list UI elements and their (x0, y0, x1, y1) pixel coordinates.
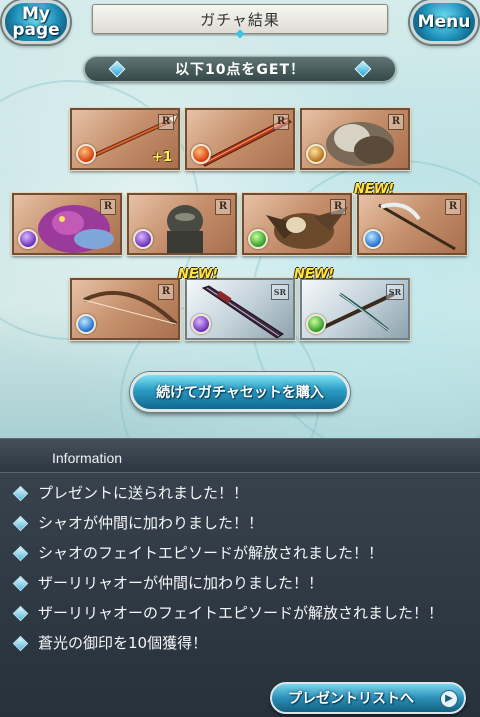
buy-gacha-set-label: 続けてガチャセットを購入 (156, 385, 324, 401)
water-element-icon (363, 229, 383, 249)
item-card[interactable]: SR (300, 278, 410, 340)
diamond-bullet-icon (12, 605, 29, 622)
item-card[interactable]: R (185, 108, 295, 170)
diamond-bullet-icon (12, 575, 29, 592)
info-line: プレゼントに送られました！！ (0, 479, 480, 507)
rarity-badge: R (215, 199, 231, 215)
fire-element-icon (191, 144, 211, 164)
wind-element-icon (306, 314, 326, 334)
rarity-badge: R (273, 114, 289, 130)
new-badge: NEW! (354, 182, 395, 197)
info-line: シャオが仲間に加わりました！！ (0, 509, 480, 537)
item-card[interactable]: R (12, 193, 122, 255)
dark-element-icon (133, 229, 153, 249)
item-card[interactable]: R (300, 108, 410, 170)
diamond-icon (108, 60, 126, 78)
info-line-text: プレゼントに送られました！！ (38, 484, 249, 502)
info-line: シャオのフェイトエピソードが解放されました！！ (0, 539, 480, 567)
item-card[interactable]: R (357, 193, 467, 255)
rarity-badge: R (388, 114, 404, 130)
dark-element-icon (18, 229, 38, 249)
rarity-badge: R (445, 199, 461, 215)
header-gem-icon: ◆ (235, 26, 245, 40)
diamond-icon (354, 60, 372, 78)
fire-element-icon (76, 144, 96, 164)
get-banner-text: 以下10点をGET！ (174, 62, 306, 78)
menu-label: Menu (417, 12, 471, 32)
rarity-badge: R (100, 199, 116, 215)
information-header: Information (0, 439, 480, 473)
info-line-text: シャオのフェイトエピソードが解放されました！！ (38, 544, 384, 562)
item-card[interactable]: R +1 (70, 108, 180, 170)
earth-element-icon (306, 144, 326, 164)
mypage-button[interactable]: My page (2, 0, 70, 44)
dark-element-icon (191, 314, 211, 334)
info-line-text: シャオが仲間に加わりました！！ (38, 514, 264, 532)
menu-button[interactable]: Menu (410, 0, 478, 44)
mypage-label-bottom: page (12, 20, 60, 40)
play-arrow-icon: ▶ (440, 690, 458, 708)
present-list-button[interactable]: プレゼントリストへ ▶ (270, 682, 466, 714)
wind-element-icon (248, 229, 268, 249)
new-badge: NEW! (178, 267, 219, 282)
present-list-label: プレゼントリストへ (288, 691, 414, 707)
get-banner: 以下10点をGET！ (84, 56, 396, 82)
diamond-bullet-icon (12, 545, 29, 562)
diamond-bullet-icon (12, 515, 29, 532)
rarity-badge: R (330, 199, 346, 215)
rarity-badge: SR (386, 284, 404, 300)
rarity-badge: SR (271, 284, 289, 300)
gacha-result-area: ガチャ結果 ◆ My page Menu 以下10点をGET！ R +1 R R… (0, 0, 480, 438)
info-line: ザーリリャオーが仲間に加わりました！！ (0, 569, 480, 597)
item-card[interactable]: R (242, 193, 352, 255)
item-card[interactable]: SR (185, 278, 295, 340)
buy-gacha-set-button[interactable]: 続けてガチャセットを購入 (130, 372, 350, 412)
water-element-icon (76, 314, 96, 334)
information-panel: Information プレゼントに送られました！！ シャオが仲間に加わりました… (0, 438, 480, 717)
info-line: 蒼光の御印を10個獲得！ (0, 629, 480, 657)
info-line-text: 蒼光の御印を10個獲得！ (38, 634, 208, 652)
information-list: プレゼントに送られました！！ シャオが仲間に加わりました！！ シャオのフェイトエ… (0, 479, 480, 659)
item-card[interactable]: R (127, 193, 237, 255)
new-badge: NEW! (294, 267, 335, 282)
info-line: ザーリリャオーのフェイトエピソードが解放されました！！ (0, 599, 480, 627)
information-title: Information (52, 450, 123, 466)
diamond-bullet-icon (12, 635, 29, 652)
rarity-badge: R (158, 114, 174, 130)
item-card[interactable]: R (70, 278, 180, 340)
diamond-bullet-icon (12, 485, 29, 502)
rarity-badge: R (158, 284, 174, 300)
info-line-text: ザーリリャオーのフェイトエピソードが解放されました！！ (38, 604, 444, 622)
info-line-text: ザーリリャオーが仲間に加わりました！！ (38, 574, 324, 592)
plus-badge: +1 (152, 150, 172, 165)
